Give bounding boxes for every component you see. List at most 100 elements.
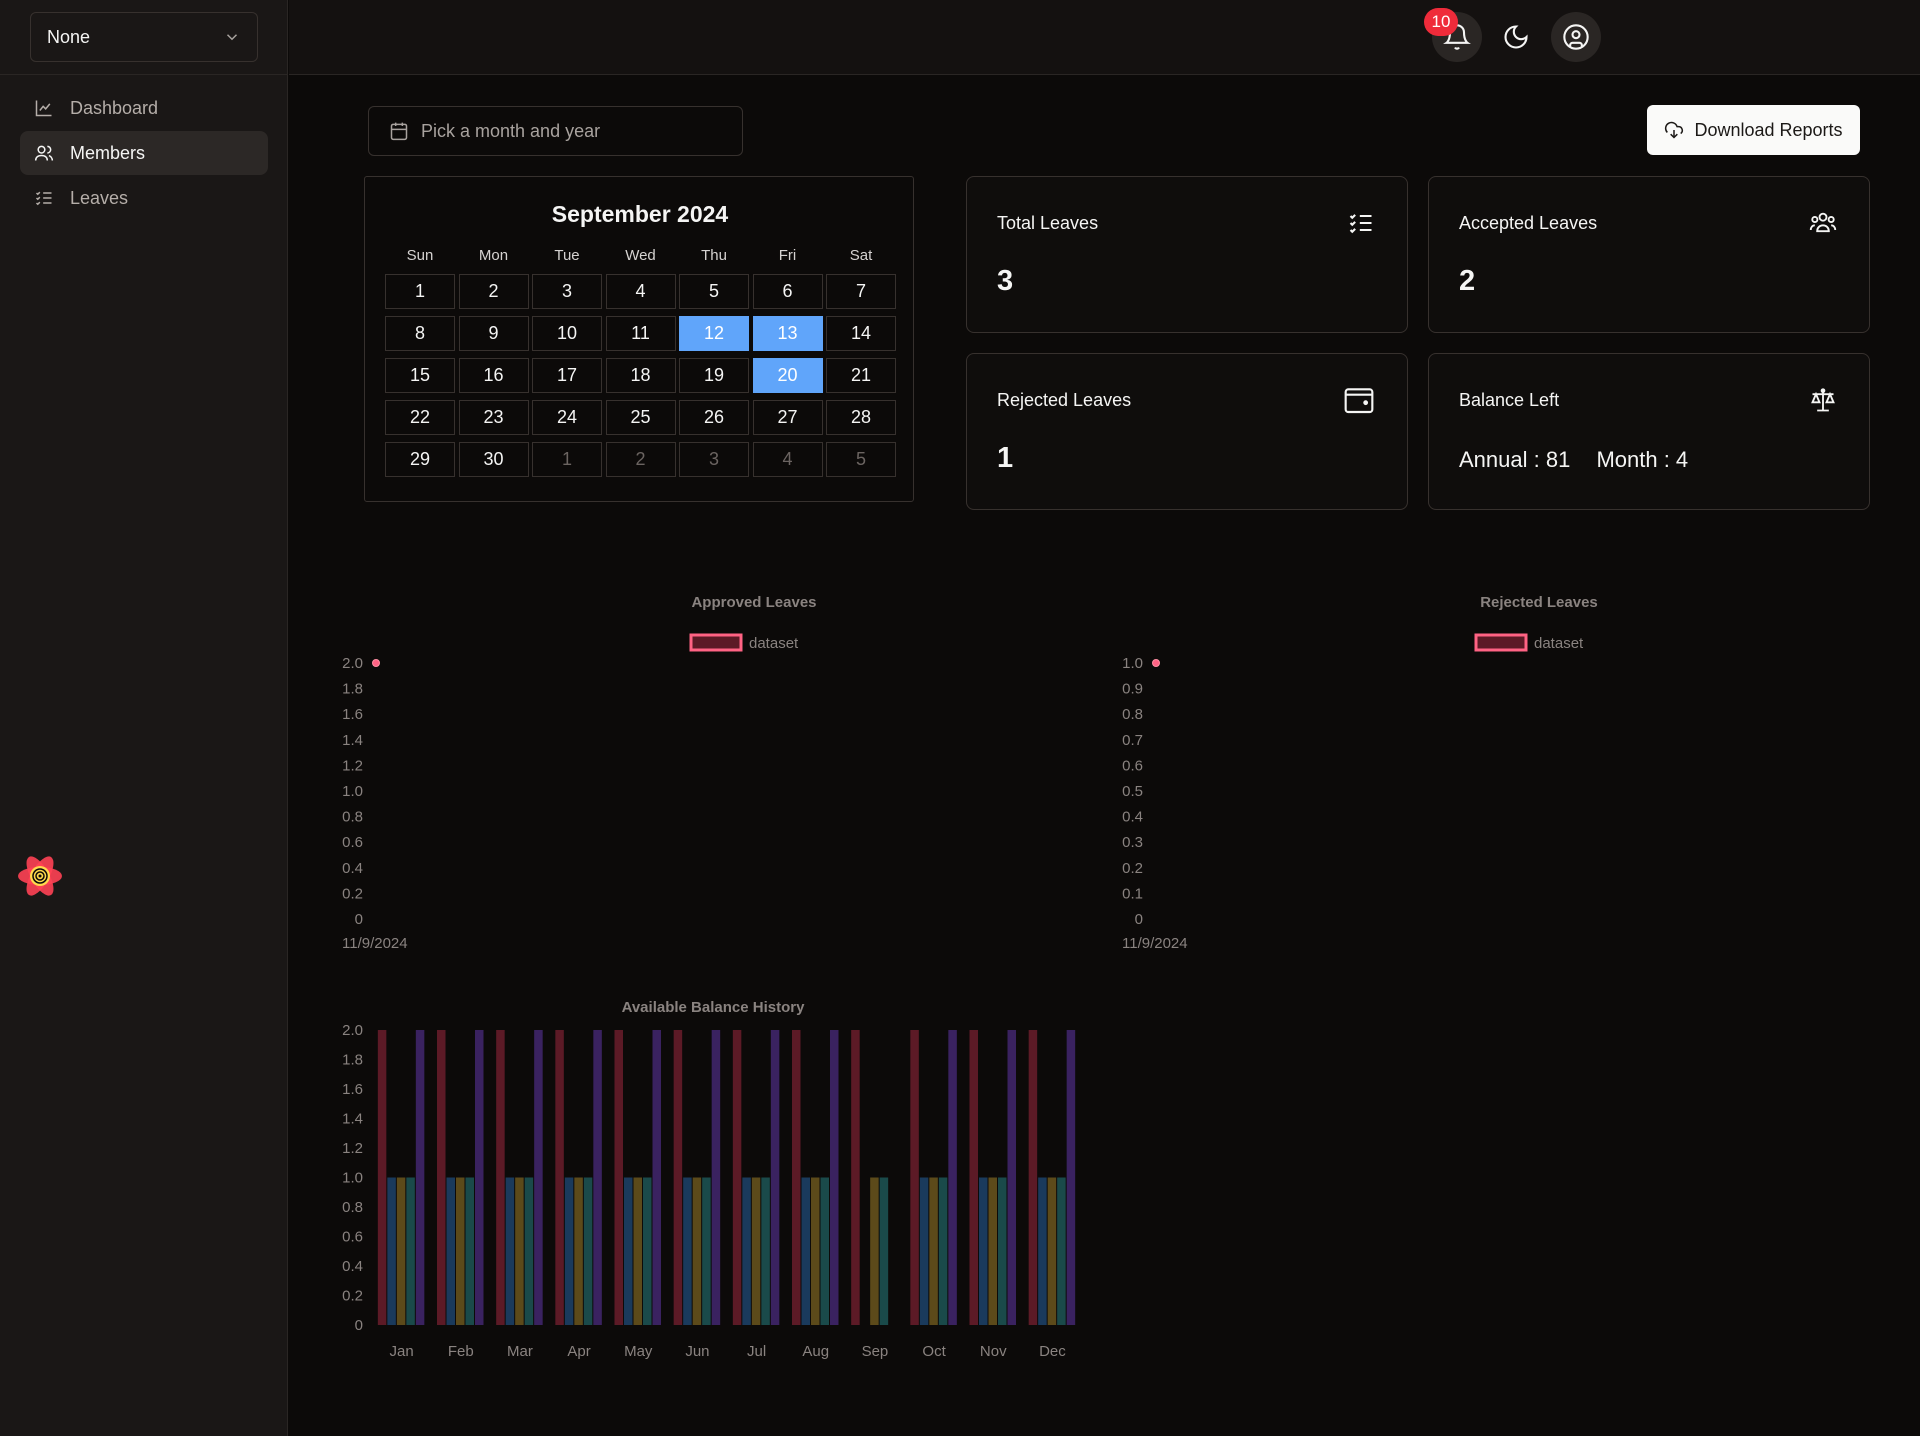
calendar-day[interactable]: 7	[826, 274, 896, 309]
legend-swatch	[1474, 633, 1528, 652]
calendar-day[interactable]: 27	[752, 400, 823, 435]
calendar-day[interactable]: 22	[385, 400, 455, 435]
bar	[969, 1030, 978, 1325]
calendar-day[interactable]: 20	[752, 358, 823, 393]
team-select-value: None	[47, 26, 91, 47]
x-tick-label: 11/9/2024	[1122, 935, 1188, 952]
calendar-day[interactable]: 18	[605, 358, 676, 393]
calendar-day[interactable]: 2	[458, 274, 529, 309]
y-tick-label: 0.8	[1122, 706, 1143, 723]
x-tick-label: Oct	[922, 1343, 946, 1360]
bar	[437, 1030, 446, 1325]
calendar-day[interactable]: 24	[532, 400, 602, 435]
scale-icon	[1811, 388, 1835, 412]
y-tick-label: 0	[355, 911, 363, 928]
calendar-day[interactable]: 30	[458, 442, 529, 477]
top-header	[289, 0, 1920, 75]
x-tick-label: Apr	[567, 1343, 590, 1360]
wallet-icon	[1344, 388, 1374, 414]
calendar-day[interactable]: 14	[826, 316, 896, 351]
total-leaves-value: 3	[997, 265, 1014, 297]
x-tick-label: Jan	[389, 1343, 413, 1360]
balance-left-card: Balance Left Annual : 81 Month : 4	[1428, 353, 1870, 510]
calendar-day[interactable]: 29	[385, 442, 455, 477]
y-tick-label: 1.2	[342, 1140, 363, 1157]
bar	[919, 1177, 929, 1325]
calendar-day[interactable]: 4	[605, 274, 676, 309]
bar	[998, 1177, 1007, 1325]
y-tick-label: 0.7	[1122, 732, 1143, 749]
bar	[732, 1030, 742, 1325]
y-tick-label: 1.6	[342, 706, 363, 723]
total-leaves-label: Total Leaves	[997, 213, 1099, 233]
chevron-down-icon	[226, 34, 238, 41]
calendar-day[interactable]: 26	[679, 400, 749, 435]
y-tick-label: 0.6	[342, 1229, 363, 1246]
y-tick-label: 1.0	[342, 1170, 363, 1187]
theme-toggle-button[interactable]	[1491, 12, 1541, 62]
rejected-leaves-chart: Rejected Leaves dataset 1.0 0.9 0.8 0.7 0.6 0.5…	[1122, 594, 1598, 952]
bar	[515, 1177, 524, 1325]
calendar-day[interactable]: 3	[679, 442, 749, 477]
users-icon	[34, 145, 54, 161]
bar	[446, 1177, 455, 1325]
user-menu-button[interactable]	[1551, 12, 1601, 62]
calendar-day[interactable]: 6	[752, 274, 823, 309]
data-point	[372, 659, 380, 667]
chart-title: Rejected Leaves	[1480, 594, 1598, 611]
download-reports-button[interactable]: Download Reports	[1647, 105, 1860, 155]
calendar-day[interactable]: 4	[752, 442, 823, 477]
calendar-day[interactable]: 28	[826, 400, 896, 435]
bar	[534, 1030, 543, 1325]
month-year-placeholder: Pick a month and year	[421, 120, 601, 141]
calendar-day[interactable]: 17	[532, 358, 602, 393]
rejected-leaves-value: 1	[997, 442, 1014, 474]
calendar-day[interactable]: 9	[458, 316, 529, 351]
bar	[1057, 1177, 1066, 1325]
team-select[interactable]: None	[30, 12, 258, 62]
y-tick-label: 2.0	[342, 655, 363, 672]
accepted-leaves-label: Accepted Leaves	[1459, 213, 1598, 233]
y-tick-label: 0.1	[1122, 885, 1143, 902]
calendar-day[interactable]: 16	[458, 358, 529, 393]
calendar-day[interactable]: 12	[679, 316, 749, 351]
calendar-day[interactable]: 2	[605, 442, 676, 477]
sidebar-item-leaves[interactable]: Leaves	[20, 176, 268, 220]
calendar-day[interactable]: 11	[605, 316, 676, 351]
month-balance: Month : 4	[1596, 447, 1689, 472]
bar	[683, 1177, 692, 1325]
calendar-day[interactable]: 5	[679, 274, 749, 309]
calendar-day[interactable]: 1	[532, 442, 602, 477]
calendar-day[interactable]: 13	[752, 316, 823, 351]
calendar-day[interactable]: 10	[532, 316, 602, 351]
list-checks-icon	[1349, 214, 1372, 234]
calendar-day[interactable]: 3	[532, 274, 602, 309]
calendar-icon	[390, 122, 408, 141]
calendar-day[interactable]: 19	[679, 358, 749, 393]
react-query-devtools-icon[interactable]	[14, 850, 66, 902]
bar	[465, 1177, 474, 1325]
calendar-day[interactable]: 8	[385, 316, 455, 351]
calendar-day[interactable]: 15	[385, 358, 455, 393]
bar	[851, 1030, 860, 1325]
bar	[761, 1177, 770, 1325]
calendar-grid: Sun Mon Tue Wed Thu Fri Sat 1 2 3 4 5 6 7 8 9 10 11 12 13 14…	[385, 247, 896, 477]
bar	[910, 1030, 919, 1325]
bar	[929, 1177, 938, 1325]
month-year-picker[interactable]: Pick a month and year	[368, 106, 743, 156]
bar	[830, 1030, 839, 1325]
calendar-day[interactable]: 23	[458, 400, 529, 435]
sidebar-item-dashboard[interactable]: Dashboard	[20, 86, 268, 130]
balance-values: Annual : 81 Month : 4	[1459, 447, 1708, 473]
sidebar-item-members[interactable]: Members	[20, 131, 268, 175]
bar	[792, 1030, 801, 1325]
calendar-day[interactable]: 1	[385, 274, 455, 309]
y-tick-label: 0.2	[342, 885, 363, 902]
bar	[475, 1030, 484, 1325]
data-point	[1152, 659, 1160, 667]
bar	[979, 1177, 988, 1325]
calendar-day[interactable]: 25	[605, 400, 676, 435]
calendar-day[interactable]: 5	[826, 442, 896, 477]
total-leaves-card: Total Leaves 3	[966, 176, 1408, 333]
calendar-day[interactable]: 21	[826, 358, 896, 393]
